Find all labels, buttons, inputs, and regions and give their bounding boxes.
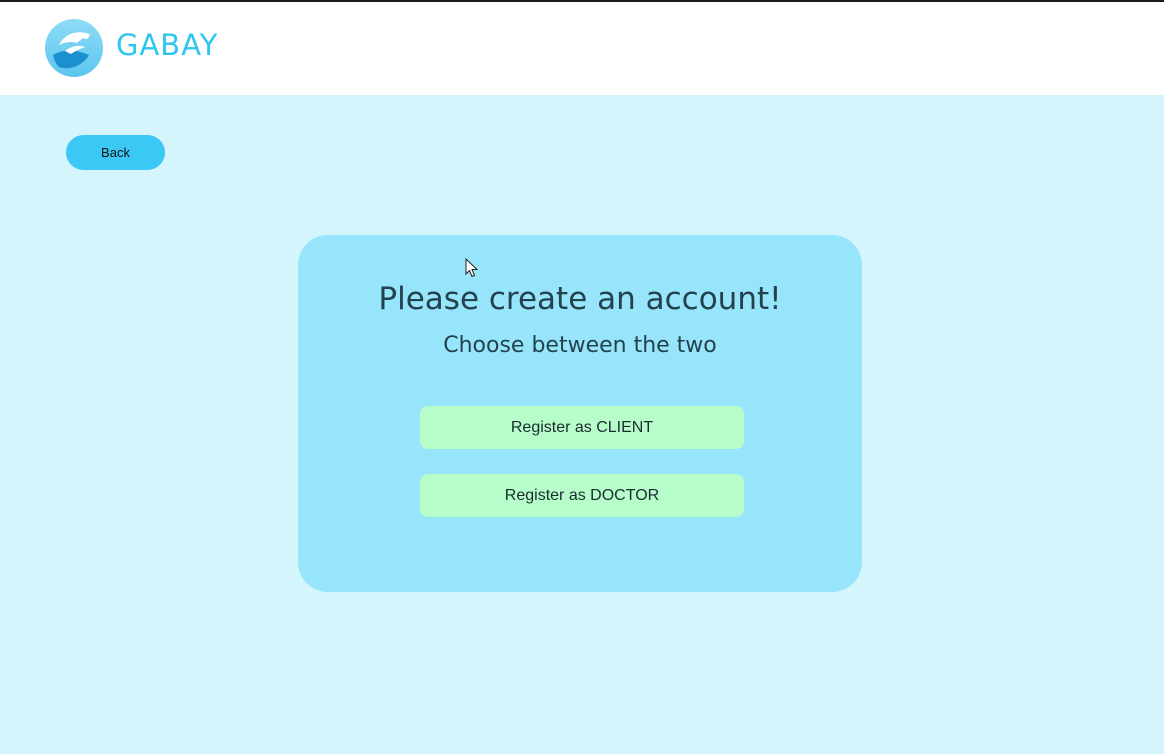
register-client-button[interactable]: Register as CLIENT [420,406,744,449]
mouse-cursor-icon [465,258,479,278]
brand-name: GABAY [116,28,219,62]
register-doctor-button[interactable]: Register as DOCTOR [420,474,744,517]
page-subtitle: Choose between the two [443,333,717,358]
header-bar: GABAY [0,2,1164,95]
caring-hands-logo-icon [45,19,103,77]
back-button[interactable]: Back [66,135,165,170]
registration-card: Please create an account! Choose between… [298,235,862,592]
page-title: Please create an account! [378,281,782,317]
